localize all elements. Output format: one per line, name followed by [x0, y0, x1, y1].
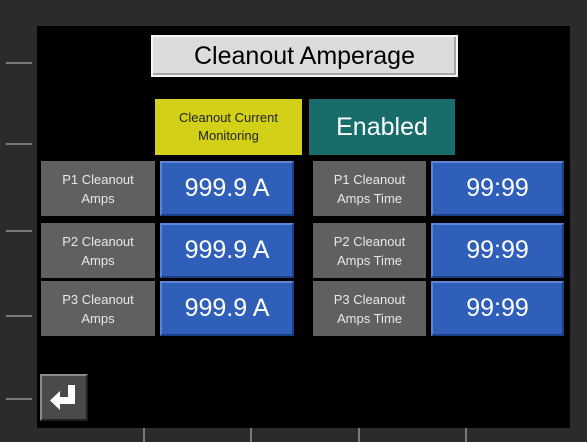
bezel-tick — [6, 398, 32, 400]
p2-time-label-line2: Amps Time — [336, 252, 402, 268]
hmi-screen: Cleanout Amperage Cleanout Current Monit… — [37, 26, 570, 428]
p1-amps-time-value[interactable]: 99:99 — [431, 161, 564, 216]
p1-amps-time-label: P1 Cleanout Amps Time — [313, 161, 426, 216]
monitoring-status-text: Enabled — [336, 112, 428, 141]
p2-amps-time-value[interactable]: 99:99 — [431, 223, 564, 278]
p3-amps-time-value[interactable]: 99:99 — [431, 281, 564, 336]
hmi-bezel: Cleanout Amperage Cleanout Current Monit… — [0, 0, 587, 442]
bezel-tick — [465, 428, 467, 442]
p2-amps-label-line1: P2 Cleanout — [62, 233, 134, 249]
p1-time-label-line2: Amps Time — [336, 190, 402, 206]
p3-amps-label: P3 Cleanout Amps — [41, 281, 155, 336]
bezel-tick — [6, 143, 32, 145]
p2-amps-value[interactable]: 999.9 A — [160, 223, 294, 278]
p1-amps-label-line2: Amps — [81, 190, 115, 206]
monitoring-status-indicator: Enabled — [309, 99, 455, 155]
p1-time-label-line1: P1 Cleanout — [333, 171, 406, 187]
p3-amps-label-line2: Amps — [81, 310, 115, 326]
p2-time-value-text: 99:99 — [466, 236, 529, 264]
p1-time-value-text: 99:99 — [466, 174, 529, 202]
p2-amps-value-text: 999.9 A — [184, 236, 270, 264]
p2-amps-label: P2 Cleanout Amps — [41, 223, 155, 278]
monitoring-button-label-line2: Monitoring — [198, 128, 259, 143]
p3-time-value-text: 99:99 — [466, 294, 529, 322]
monitoring-button-label: Cleanout Current Monitoring — [179, 109, 278, 145]
p2-amps-label-line2: Amps — [81, 252, 115, 268]
p3-amps-time-label: P3 Cleanout Amps Time — [313, 281, 426, 336]
p2-time-label-line1: P2 Cleanout — [333, 233, 406, 249]
back-button[interactable] — [40, 374, 88, 421]
bezel-tick — [6, 230, 32, 232]
p3-amps-value[interactable]: 999.9 A — [160, 281, 294, 336]
p3-amps-value-text: 999.9 A — [184, 294, 270, 322]
page-title-text: Cleanout Amperage — [194, 41, 415, 70]
p1-amps-label-line1: P1 Cleanout — [62, 171, 134, 187]
p2-amps-time-label: P2 Cleanout Amps Time — [313, 223, 426, 278]
p3-time-label-line2: Amps Time — [336, 310, 402, 326]
bezel-tick — [143, 428, 145, 442]
bezel-tick — [250, 428, 252, 442]
page-title: Cleanout Amperage — [151, 35, 458, 77]
bezel-tick — [6, 315, 32, 317]
bezel-tick — [358, 428, 360, 442]
cleanout-current-monitoring-button[interactable]: Cleanout Current Monitoring — [155, 99, 302, 155]
p3-amps-label-line1: P3 Cleanout — [62, 291, 134, 307]
p1-amps-label: P1 Cleanout Amps — [41, 161, 155, 216]
bezel-tick — [6, 62, 32, 64]
p3-time-label-line1: P3 Cleanout — [333, 291, 406, 307]
p1-amps-value-text: 999.9 A — [184, 174, 270, 202]
return-arrow-icon — [50, 384, 75, 410]
monitoring-button-label-line1: Cleanout Current — [179, 110, 278, 125]
p1-amps-value[interactable]: 999.9 A — [160, 161, 294, 216]
